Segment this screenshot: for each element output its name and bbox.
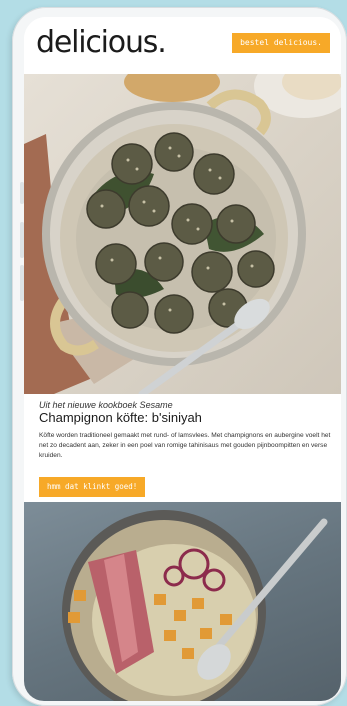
bread-bowl (124, 74, 220, 102)
kofte-ball (144, 242, 184, 282)
article-title[interactable]: Champignon köfte: b'siniyah (39, 410, 202, 425)
newsletter-header: delicious. bestel delicious. (24, 17, 341, 73)
kofte-ball (111, 291, 149, 329)
meat-pan-illustration (62, 510, 328, 701)
kofte-pan-illustration (24, 74, 341, 394)
kofte-ball (154, 132, 194, 172)
phone-screen: delicious. bestel delicious. Uit het nie… (24, 17, 341, 701)
article-description: Köfte worden traditioneel gemaakt met ru… (39, 432, 331, 460)
order-delicious-button[interactable]: bestel delicious. (232, 33, 330, 53)
second-recipe-image[interactable] (24, 502, 341, 701)
kofte-ball (128, 185, 170, 227)
kofte-ball (191, 251, 233, 293)
kofte-ball (95, 243, 137, 285)
kofte-ball (86, 189, 126, 229)
hero-image-kofte-pan[interactable] (24, 74, 341, 394)
kofte-ball (171, 203, 213, 245)
squash-cube (74, 590, 86, 601)
kofte-ball (193, 153, 235, 195)
delicious-logo[interactable]: delicious. (36, 25, 167, 61)
kofte-ball (154, 294, 194, 334)
article-kicker: Uit het nieuwe kookboek Sesame (39, 400, 173, 410)
read-more-button[interactable]: hmm dat klinkt goed! (39, 477, 146, 497)
phone-frame: delicious. bestel delicious. Uit het nie… (12, 7, 347, 706)
article-block: Uit het nieuwe kookboek Sesame Champigno… (24, 394, 341, 502)
kofte-ball (237, 250, 275, 288)
kofte-ball (216, 204, 256, 244)
kofte-ball (111, 143, 153, 185)
